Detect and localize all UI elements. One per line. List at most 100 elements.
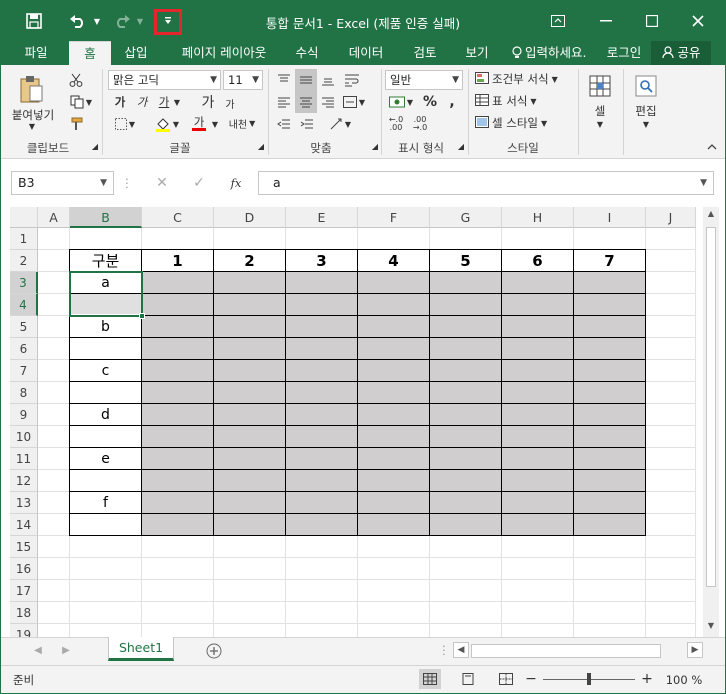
cell-d9[interactable] [213, 403, 286, 426]
cells-dropdown-icon[interactable]: ▼ [595, 119, 605, 129]
column-header-c[interactable]: C [142, 207, 214, 228]
collapse-ribbon-icon[interactable] [706, 141, 718, 153]
conditional-format-button[interactable]: 조건부 서식 ▼ [475, 70, 571, 88]
cell-f13[interactable] [357, 491, 430, 514]
dialog-launcher-icon[interactable]: ◢ [457, 141, 465, 151]
cell-c5[interactable] [141, 315, 214, 338]
cell-a1[interactable] [38, 228, 70, 250]
cell-b12[interactable] [69, 469, 142, 492]
cell-j1[interactable] [646, 228, 696, 250]
cell-g19[interactable] [430, 624, 502, 637]
phonetic-button[interactable]: 내천 ▼ [227, 113, 257, 133]
editing-dropdown-icon[interactable]: ▼ [641, 119, 651, 129]
cell-d4[interactable] [213, 293, 286, 316]
cell-i14[interactable] [573, 513, 646, 536]
cell-d18[interactable] [214, 602, 286, 624]
cell-a6[interactable] [38, 338, 70, 360]
cell-e10[interactable] [285, 425, 358, 448]
cell-e15[interactable] [286, 536, 358, 558]
tab-review[interactable]: 검토 [403, 41, 447, 65]
bold-button[interactable]: 가 [111, 93, 129, 111]
lightbulb-icon[interactable] [507, 41, 527, 65]
sheet-prev-icon[interactable]: ◀ [31, 642, 45, 658]
row-header-5[interactable]: 5 [10, 316, 38, 338]
hscroll-right-icon[interactable]: ▶ [687, 642, 703, 658]
page-break-view-icon[interactable] [495, 669, 517, 689]
cell-b8[interactable] [69, 381, 142, 404]
dialog-launcher-icon[interactable]: ◢ [257, 141, 265, 151]
cell-i8[interactable] [573, 381, 646, 404]
cell-styles-button[interactable]: 셀 스타일 ▼ [475, 114, 565, 132]
maximize-icon[interactable] [629, 1, 675, 41]
paste-dropdown-icon[interactable]: ▼ [27, 121, 37, 131]
cell-c7[interactable] [141, 359, 214, 382]
select-all-corner[interactable] [10, 207, 38, 228]
cell-g9[interactable] [429, 403, 502, 426]
add-sheet-icon[interactable] [205, 642, 223, 660]
cell-a2[interactable] [38, 250, 70, 272]
cell-i10[interactable] [573, 425, 646, 448]
expand-formula-icon[interactable]: ▼ [700, 172, 707, 194]
cell-i6[interactable] [573, 337, 646, 360]
align-bottom-icon[interactable] [318, 71, 338, 89]
cells-button[interactable]: 셀 [585, 103, 615, 119]
cell-c12[interactable] [141, 469, 214, 492]
cell-a8[interactable] [38, 382, 70, 404]
cell-e14[interactable] [285, 513, 358, 536]
cell-j10[interactable] [646, 426, 696, 448]
share-button[interactable]: 공유 [651, 41, 711, 65]
cell-i7[interactable] [573, 359, 646, 382]
underline-dropdown-icon[interactable]: ▼ [173, 95, 181, 109]
cell-e11[interactable] [285, 447, 358, 470]
tab-file[interactable]: 파일 [13, 41, 59, 65]
align-middle-icon[interactable] [295, 69, 317, 91]
cell-f17[interactable] [358, 580, 430, 602]
formula-input[interactable]: a ▼ [258, 171, 714, 195]
tab-view[interactable]: 보기 [455, 41, 499, 65]
dialog-launcher-icon[interactable]: ◢ [371, 141, 379, 151]
cell-g8[interactable] [429, 381, 502, 404]
undo-dropdown-icon[interactable]: ▼ [91, 1, 103, 41]
row-header-9[interactable]: 9 [10, 404, 38, 426]
cell-g15[interactable] [430, 536, 502, 558]
cell-j4[interactable] [646, 294, 696, 316]
increase-font-button[interactable]: 가 [199, 93, 217, 111]
cell-e3[interactable] [285, 271, 358, 294]
cell-f5[interactable] [357, 315, 430, 338]
cell-a19[interactable] [38, 624, 70, 637]
cell-h9[interactable] [501, 403, 574, 426]
column-header-a[interactable]: A [38, 207, 70, 228]
cell-b18[interactable] [70, 602, 142, 624]
tab-insert[interactable]: 삽입 [113, 41, 159, 65]
cell-d10[interactable] [213, 425, 286, 448]
hscroll-thumb[interactable] [471, 644, 661, 658]
cell-g13[interactable] [429, 491, 502, 514]
cell-f1[interactable] [358, 228, 430, 250]
cell-d19[interactable] [214, 624, 286, 637]
column-header-d[interactable]: D [214, 207, 286, 228]
sheet-next-icon[interactable]: ▶ [59, 642, 73, 658]
cell-a14[interactable] [38, 514, 70, 536]
row-header-19[interactable]: 19 [10, 624, 38, 637]
cell-e8[interactable] [285, 381, 358, 404]
cell-d8[interactable] [213, 381, 286, 404]
cell-j2[interactable] [646, 250, 696, 272]
cell-i16[interactable] [574, 558, 646, 580]
row-header-18[interactable]: 18 [10, 602, 38, 624]
cell-b19[interactable] [70, 624, 142, 637]
column-header-j[interactable]: J [646, 207, 696, 228]
row-header-13[interactable]: 13 [10, 492, 38, 514]
cell-a10[interactable] [38, 426, 70, 448]
cell-i3[interactable] [573, 271, 646, 294]
cell-f18[interactable] [358, 602, 430, 624]
cell-c11[interactable] [141, 447, 214, 470]
align-right-icon[interactable] [318, 93, 338, 111]
cell-g16[interactable] [430, 558, 502, 580]
cell-a15[interactable] [38, 536, 70, 558]
cell-a18[interactable] [38, 602, 70, 624]
cell-d6[interactable] [213, 337, 286, 360]
cell-e16[interactable] [286, 558, 358, 580]
cell-a5[interactable] [38, 316, 70, 338]
cell-h7[interactable] [501, 359, 574, 382]
sheet-tab-sheet1[interactable]: Sheet1 [108, 637, 174, 661]
